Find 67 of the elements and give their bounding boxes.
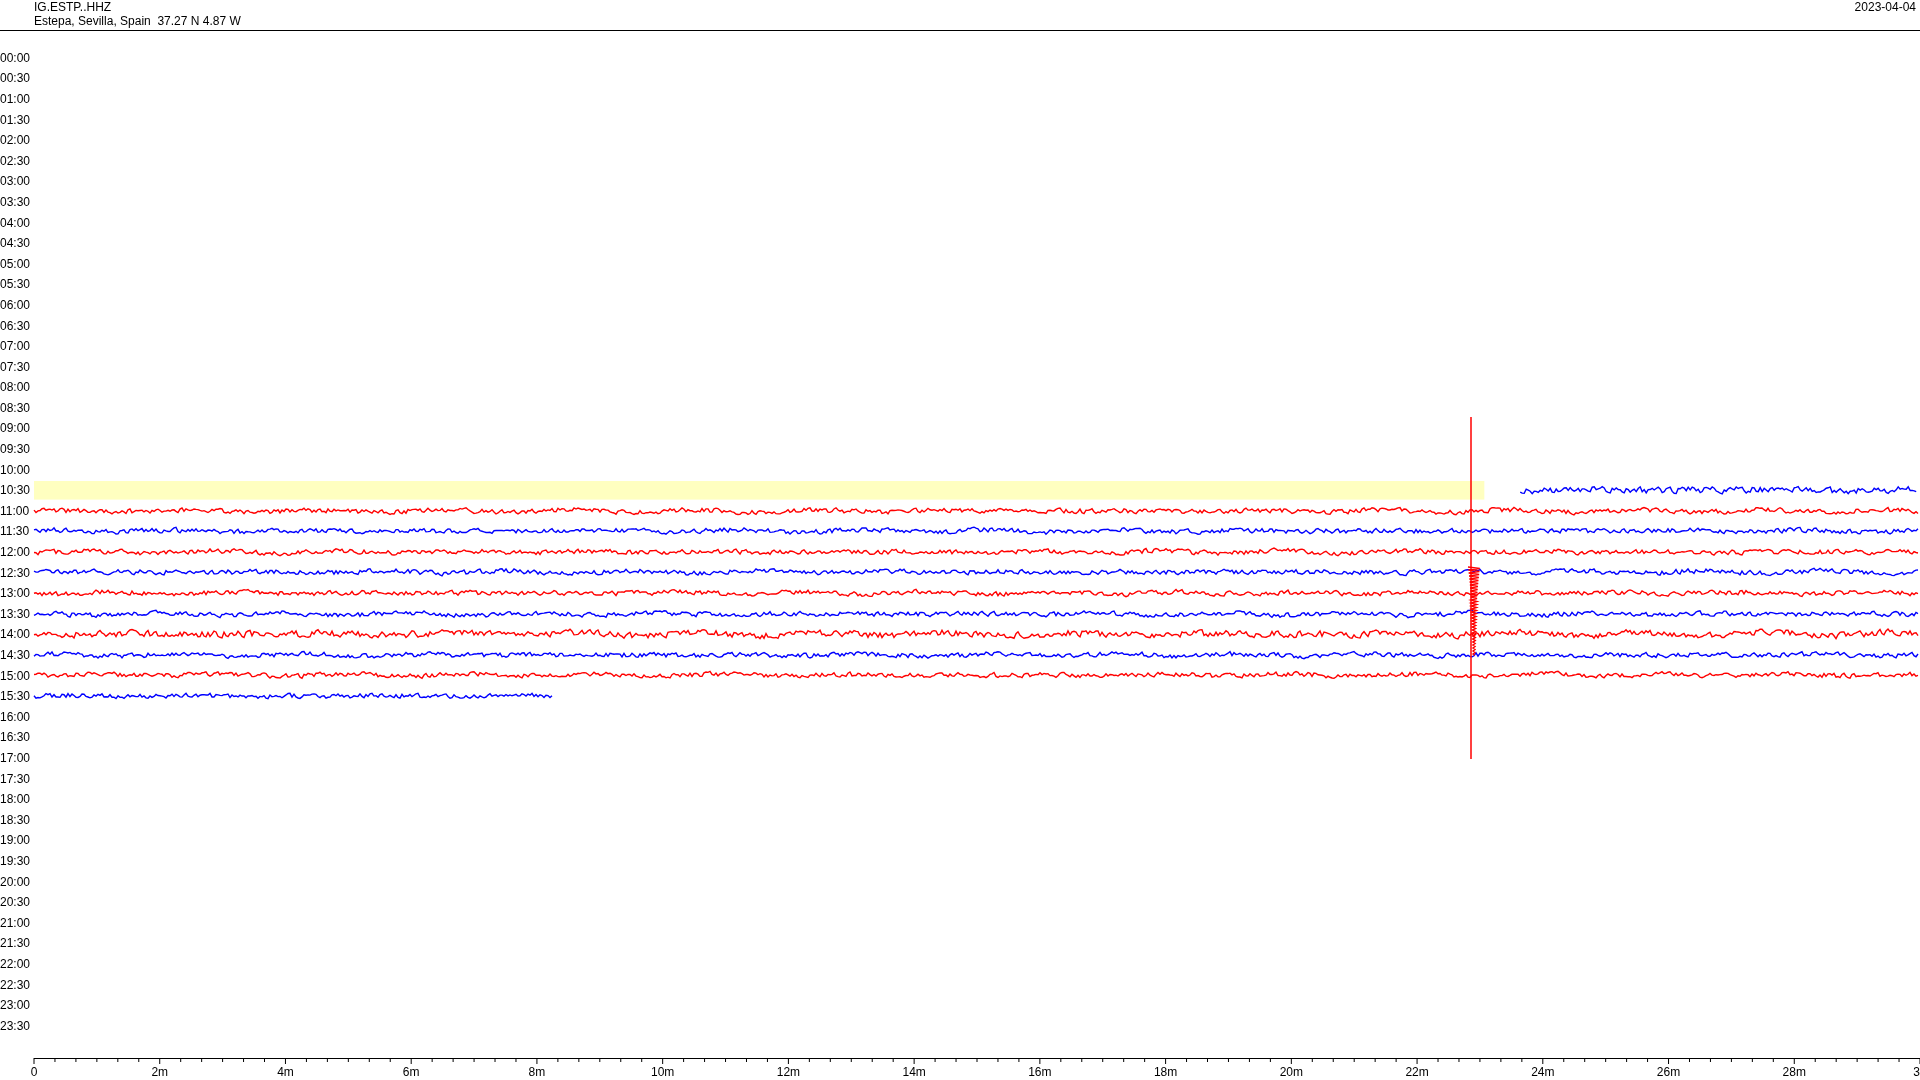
time-label: 18:00 <box>0 792 32 807</box>
time-label: 13:00 <box>0 586 32 601</box>
time-label: 22:30 <box>0 977 32 992</box>
axis-label: 2m <box>151 1065 169 1079</box>
plot-date: 2023-04-04 <box>1854 0 1916 14</box>
time-label: 12:30 <box>0 565 32 580</box>
time-label: 06:00 <box>0 297 32 312</box>
time-label: 03:30 <box>0 194 32 209</box>
time-label: 05:30 <box>0 277 32 292</box>
time-label: 21:00 <box>0 915 32 930</box>
time-label: 08:00 <box>0 380 32 395</box>
time-label: 01:30 <box>0 112 32 127</box>
time-label: 19:30 <box>0 853 32 868</box>
time-label: 00:30 <box>0 71 32 86</box>
axis-label: 3 <box>1913 1065 1920 1079</box>
time-label: 09:00 <box>0 421 32 436</box>
axis-label: 14m <box>902 1065 926 1079</box>
axis-label: 12m <box>776 1065 801 1079</box>
time-label: 05:00 <box>0 256 32 271</box>
axis-label: 6m <box>402 1065 420 1079</box>
station-location: Estepa, Sevilla, Spain 37.27 N 4.87 W <box>34 14 241 28</box>
time-label: 07:00 <box>0 339 32 354</box>
time-label: 23:30 <box>0 1018 32 1033</box>
time-label: 15:00 <box>0 668 32 683</box>
time-label: 22:00 <box>0 956 32 971</box>
time-label: 06:30 <box>0 318 32 333</box>
time-label: 19:00 <box>0 833 32 848</box>
axis-label: 10m <box>651 1065 675 1079</box>
time-label: 17:00 <box>0 751 32 765</box>
time-label: 02:00 <box>0 133 32 148</box>
axis-label: 28m <box>1782 1065 1806 1079</box>
axis-label: 0 <box>30 1065 38 1079</box>
time-label: 04:00 <box>0 215 32 230</box>
time-label: 14:00 <box>0 627 32 642</box>
axis-label: 24m <box>1531 1065 1555 1079</box>
time-label: 10:00 <box>0 462 32 477</box>
time-label: 11:00 <box>0 503 31 518</box>
time-label: 20:30 <box>0 895 32 910</box>
time-label: 16:30 <box>0 730 32 745</box>
axis-label: 22m <box>1405 1065 1429 1079</box>
time-label: 00:00 <box>0 50 32 65</box>
time-label: 18:30 <box>0 812 32 827</box>
axis-label: 8m <box>528 1065 546 1079</box>
time-label: 23:00 <box>0 998 32 1013</box>
axis-label: 26m <box>1656 1065 1681 1079</box>
time-label: 20:00 <box>0 874 32 889</box>
time-label: 01:00 <box>0 92 32 106</box>
axis-label: 18m <box>1153 1065 1178 1079</box>
time-label: 13:30 <box>0 606 32 621</box>
time-label: 09:30 <box>0 442 32 457</box>
time-label: 16:00 <box>0 709 32 724</box>
time-label: 08:30 <box>0 400 32 415</box>
axis-label: 4m <box>277 1065 294 1079</box>
station-code: IG.ESTP..HHZ <box>34 0 113 14</box>
time-label: 04:30 <box>0 236 32 251</box>
time-label: 17:30 <box>0 771 32 786</box>
time-label: 03:00 <box>0 174 32 189</box>
time-label: 15:30 <box>0 689 32 704</box>
time-label: 10:30 <box>0 483 32 498</box>
time-label: 12:00 <box>0 545 32 560</box>
axis-label: 20m <box>1279 1065 1303 1079</box>
time-label: 07:30 <box>0 359 32 374</box>
time-label: 02:30 <box>0 153 32 168</box>
axis-label: 16m <box>1028 1065 1052 1079</box>
time-label: 11:30 <box>0 524 31 539</box>
time-label: 21:30 <box>0 936 32 951</box>
time-label: 14:30 <box>0 648 32 662</box>
